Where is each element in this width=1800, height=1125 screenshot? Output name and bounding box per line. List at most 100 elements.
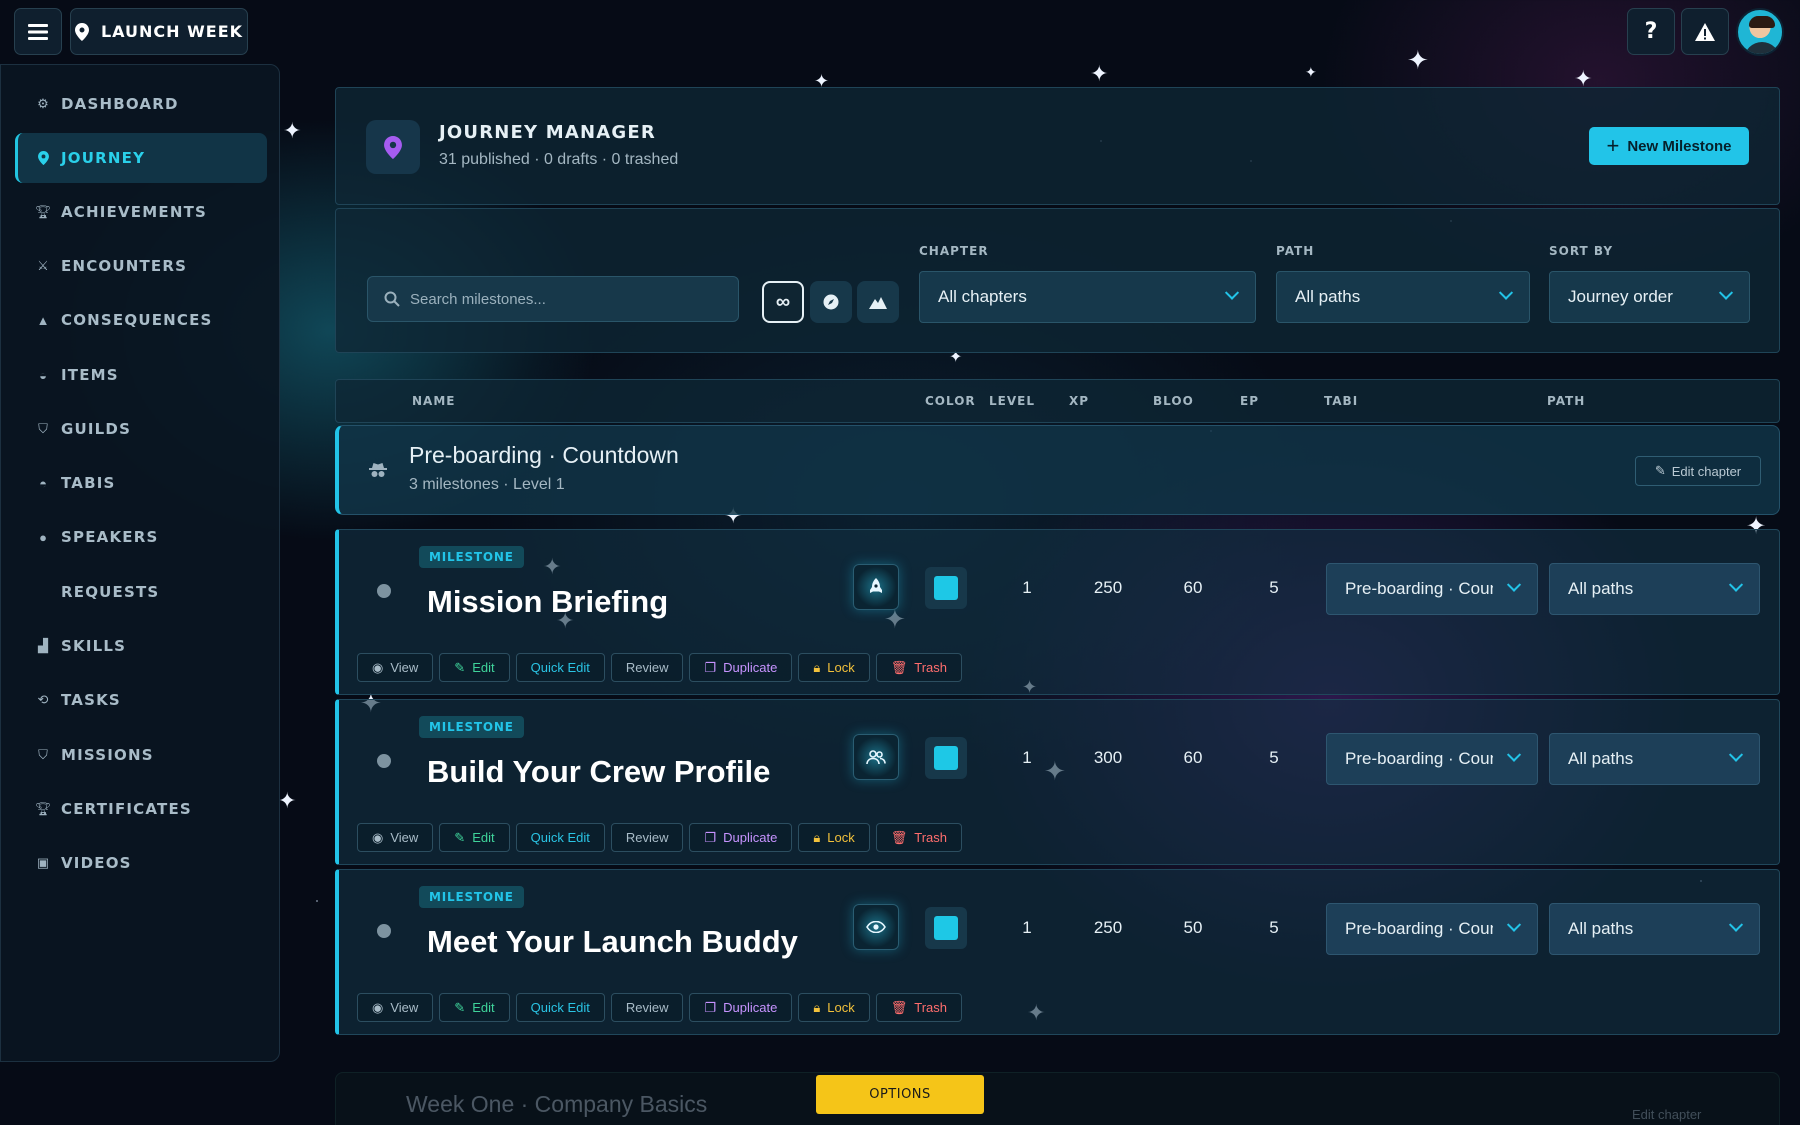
column-ep[interactable]: EP: [1240, 394, 1259, 408]
column-xp[interactable]: XP: [1069, 394, 1089, 408]
quick-edit-button[interactable]: Quick Edit: [515, 653, 605, 682]
chapter-row[interactable]: Week One · Company Basics Edit chapter: [335, 1072, 1780, 1125]
sidebar-item-tasks[interactable]: ⟲ TASKS: [15, 675, 267, 725]
milestone-name[interactable]: Mission Briefing: [427, 584, 668, 620]
sidebar-item-speakers[interactable]: ● SPEAKERS: [15, 512, 267, 562]
milestone-badge: MILESTONE: [419, 716, 524, 738]
view-button[interactable]: ◉ View: [357, 993, 434, 1022]
chapter-row[interactable]: Pre-boarding · Countdown 3 milestones · …: [335, 425, 1780, 515]
sidebar-item-missions[interactable]: ⛉ MISSIONS: [15, 730, 267, 780]
lock-button[interactable]: 🔒︎ Lock: [798, 823, 870, 852]
tabi-select-value: Pre-boarding · Countdown: [1345, 919, 1493, 938]
view-button[interactable]: ◉ View: [357, 653, 434, 682]
sidebar-item-consequences[interactable]: ▲ CONSEQUENCES: [15, 295, 267, 345]
milestone-row[interactable]: MILESTONE Build Your Crew Profile 1 300 …: [335, 699, 1780, 865]
lock-button[interactable]: 🔒︎ Lock: [798, 993, 870, 1022]
sidebar-item-encounters[interactable]: ⚔ ENCOUNTERS: [15, 241, 267, 291]
column-tabi[interactable]: TABI: [1324, 394, 1358, 408]
sidebar-item-label: DASHBOARD: [61, 95, 179, 113]
edit-button[interactable]: ✎ Edit: [439, 993, 510, 1022]
bloo-value: 60: [1183, 748, 1203, 767]
help-button[interactable]: ?: [1627, 8, 1675, 55]
path-select[interactable]: All paths: [1549, 903, 1760, 955]
launch-week-button[interactable]: LAUNCH WEEK: [70, 8, 248, 55]
view-all-button[interactable]: ∞: [762, 281, 804, 323]
compass-icon[interactable]: [377, 924, 391, 938]
tabi-select[interactable]: Pre-boarding · Countdown: [1326, 563, 1538, 615]
edit-chapter-button[interactable]: Edit chapter: [1632, 1107, 1701, 1122]
sidebar-item-journey[interactable]: JOURNEY: [15, 133, 267, 183]
lock-button[interactable]: 🔒︎ Lock: [798, 653, 870, 682]
sidebar-item-items[interactable]: ◒ ITEMS: [15, 350, 267, 400]
options-button[interactable]: OPTIONS: [816, 1075, 984, 1114]
quick-edit-button[interactable]: Quick Edit: [515, 993, 605, 1022]
sidebar-item-videos[interactable]: ▣ VIDEOS: [15, 838, 267, 888]
tabi-select[interactable]: Pre-boarding · Countdown: [1326, 903, 1538, 955]
color-swatch-button[interactable]: [925, 567, 967, 609]
color-swatch-button[interactable]: [925, 907, 967, 949]
trash-button[interactable]: 🗑︎ Trash: [875, 823, 962, 852]
sidebar-item-label: SKILLS: [61, 637, 127, 655]
compass-icon[interactable]: [377, 584, 391, 598]
sidebar-item-achievements[interactable]: 🏆︎ ACHIEVEMENTS: [15, 187, 267, 237]
color-swatch-button[interactable]: [925, 737, 967, 779]
row-actions: ◉ View ✎ Edit Quick Edit Review ❐ Duplicate…: [357, 993, 962, 1022]
ep-value: 5: [1269, 578, 1279, 597]
path-select-value: All paths: [1295, 287, 1361, 306]
alerts-button[interactable]: [1681, 8, 1729, 55]
sort-select[interactable]: Journey order: [1549, 271, 1750, 323]
duplicate-button[interactable]: ❐ Duplicate: [689, 653, 793, 682]
review-button[interactable]: Review: [610, 823, 684, 852]
view-mountain-button[interactable]: [857, 281, 899, 323]
sidebar-item-skills[interactable]: ▟ SKILLS: [15, 621, 267, 671]
milestone-row[interactable]: MILESTONE Meet Your Launch Buddy 1 250 5…: [335, 869, 1780, 1035]
new-milestone-label: New Milestone: [1627, 137, 1732, 155]
sidebar: ⚙ DASHBOARD JOURNEY 🏆︎ ACHIEVEMENTS ⚔ EN…: [0, 64, 280, 1062]
duplicate-button[interactable]: ❐ Duplicate: [689, 823, 793, 852]
path-select-value: All paths: [1568, 919, 1634, 938]
sidebar-item-tabis[interactable]: ◓ TABIS: [15, 458, 267, 508]
path-select[interactable]: All paths: [1549, 563, 1760, 615]
sidebar-item-certificates[interactable]: 🏆︎ CERTIFICATES: [15, 784, 267, 834]
row-actions: ◉ View ✎ Edit Quick Edit Review ❐ Duplicate…: [357, 653, 962, 682]
milestone-name[interactable]: Build Your Crew Profile: [427, 754, 770, 790]
new-milestone-button[interactable]: + New Milestone: [1589, 127, 1749, 165]
compass-icon[interactable]: [377, 754, 391, 768]
sidebar-item-requests[interactable]: REQUESTS: [15, 567, 267, 617]
path-select[interactable]: All paths: [1549, 733, 1760, 785]
column-color[interactable]: COLOR: [925, 394, 976, 408]
review-button[interactable]: Review: [610, 653, 684, 682]
column-level[interactable]: LEVEL: [989, 394, 1035, 408]
color-swatch: [934, 746, 958, 770]
duplicate-button[interactable]: ❐ Duplicate: [689, 993, 793, 1022]
edit-chapter-button[interactable]: ✎ Edit chapter: [1635, 456, 1761, 486]
xp-value: 250: [1093, 578, 1123, 597]
column-bloo[interactable]: BLOO: [1153, 394, 1194, 408]
view-compass-button[interactable]: [810, 281, 852, 323]
trash-button[interactable]: 🗑︎ Trash: [875, 993, 962, 1022]
menu-button[interactable]: [14, 8, 62, 55]
trash-button[interactable]: 🗑︎ Trash: [875, 653, 962, 682]
search-box[interactable]: [367, 276, 739, 322]
sidebar-item-label: CERTIFICATES: [61, 800, 192, 818]
sort-select-value: Journey order: [1568, 287, 1673, 306]
edit-button[interactable]: ✎ Edit: [439, 823, 510, 852]
quick-edit-button[interactable]: Quick Edit: [515, 823, 605, 852]
column-name[interactable]: NAME: [412, 394, 455, 408]
gear-icon: ⚙: [37, 96, 49, 111]
search-input[interactable]: [410, 290, 710, 308]
sidebar-item-label: VIDEOS: [61, 854, 132, 872]
milestone-row[interactable]: MILESTONE Mission Briefing 1 250 60 5 Pr…: [335, 529, 1780, 695]
sidebar-item-dashboard[interactable]: ⚙ DASHBOARD: [15, 79, 267, 129]
edit-button[interactable]: ✎ Edit: [439, 653, 510, 682]
path-select[interactable]: All paths: [1276, 271, 1530, 323]
view-button[interactable]: ◉ View: [357, 823, 434, 852]
sidebar-item-guilds[interactable]: ⛉ GUILDS: [15, 404, 267, 454]
column-path[interactable]: PATH: [1547, 394, 1585, 408]
milestone-name[interactable]: Meet Your Launch Buddy: [427, 924, 798, 960]
chapter-select[interactable]: All chapters: [919, 271, 1256, 323]
tabi-select[interactable]: Pre-boarding · Countdown: [1326, 733, 1538, 785]
review-button[interactable]: Review: [610, 993, 684, 1022]
table-header: NAME COLOR LEVEL XP BLOO EP TABI PATH: [335, 379, 1780, 423]
user-avatar[interactable]: [1736, 8, 1784, 56]
